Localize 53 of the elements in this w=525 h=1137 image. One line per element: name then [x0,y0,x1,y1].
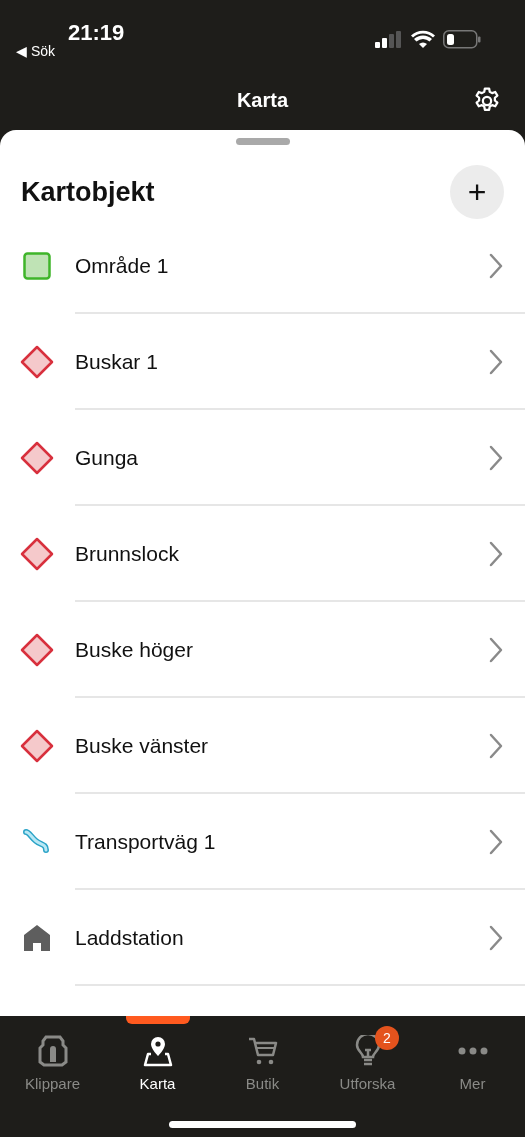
lightbulb-icon [354,1035,381,1067]
tab-item[interactable]: Mer [420,1016,525,1106]
chevron-icon [489,253,503,279]
chevron-icon [489,829,503,855]
active-indicator [125,1016,190,1024]
diamond-icon [20,729,54,763]
drag-handle[interactable] [236,138,290,145]
chevron-icon [489,733,503,759]
chevron-icon [489,637,503,663]
chevron-icon [489,349,503,375]
list-item[interactable]: Område 1 [0,218,525,314]
diamond-icon [20,441,54,475]
list-item[interactable]: Transportväg 1 [0,794,525,890]
diamond-icon [20,633,54,667]
item-label: Gunga [75,445,140,472]
list-item[interactable]: Gunga [0,410,525,506]
item-label: Buskar 1 [75,349,159,376]
map-pin-icon [142,1035,173,1067]
header-title: Karta [236,88,289,113]
item-label: Brunnslock [75,541,180,568]
item-label: Område 1 [75,253,170,280]
tab-item[interactable]: Butik [210,1016,315,1106]
item-label: Buske höger [75,637,194,664]
item-label: Laddstation [75,925,185,952]
notification-badge: 2 [375,1026,399,1050]
item-label: Buske vänster [75,733,210,760]
mower-icon [37,1035,68,1067]
tab-item[interactable]: Klippare [0,1016,105,1106]
back-link[interactable]: ◀ Sök [16,41,55,62]
square-icon [23,252,51,280]
item-label: Transportväg 1 [75,829,217,856]
battery-icon [443,30,481,49]
tab-item[interactable]: Karta [105,1016,210,1106]
sheet-title: Kartobjekt [21,175,155,209]
status-time: 21:19 [68,19,125,47]
cart-icon [247,1036,278,1066]
wifi-icon [411,30,435,48]
more-icon [457,1047,488,1055]
diamond-icon [20,345,54,379]
add-button[interactable]: + [450,165,504,219]
squiggle-icon [22,828,52,856]
chevron-icon [489,925,503,951]
tab-item[interactable]: 2 Utforska [315,1016,420,1106]
chevron-icon [489,445,503,471]
house-icon [23,924,51,952]
list-item[interactable]: Buskar 1 [0,314,525,410]
list-item[interactable]: Laddstation [0,890,525,986]
chevron-icon [489,541,503,567]
list-item[interactable]: Brunnslock [0,506,525,602]
diamond-icon [20,537,54,571]
list-item[interactable]: Buske höger [0,602,525,698]
list-item[interactable]: Buske vänster [0,698,525,794]
signal-icon [375,31,403,48]
